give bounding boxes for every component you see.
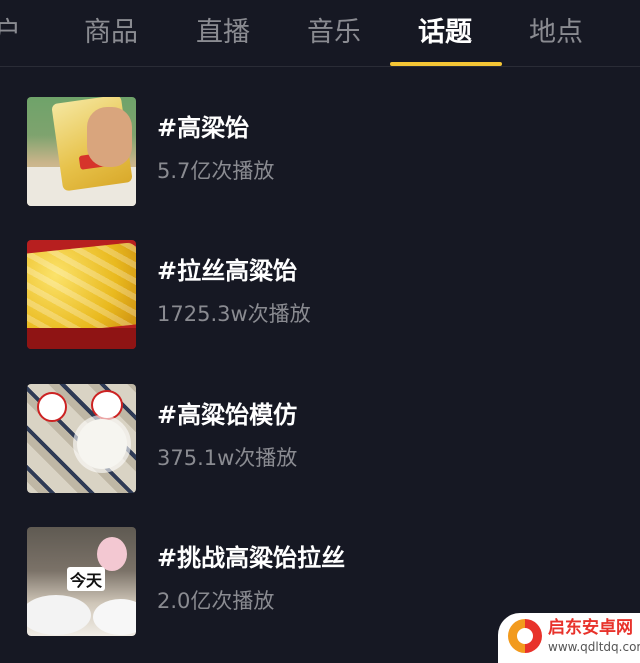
- topic-title: #高粱饴模仿: [157, 401, 298, 429]
- topic-item[interactable]: #拉丝高粱饴 1725.3w次播放: [0, 240, 640, 360]
- topic-play-count: 5.7亿次播放: [157, 159, 275, 183]
- watermark-url: www.qdltdq.com: [548, 640, 640, 654]
- active-tab-indicator: [390, 62, 502, 66]
- topic-thumbnail: [27, 97, 136, 206]
- topic-play-count: 375.1w次播放: [157, 446, 298, 470]
- topic-search-screen: 户 商品 直播 音乐 话题 地点 #高梁饴 5.7亿次播放 #拉丝高粱饴 172…: [0, 0, 640, 663]
- topic-item[interactable]: #高粱饴模仿 375.1w次播放: [0, 384, 640, 504]
- tab-products[interactable]: 商品: [84, 13, 138, 53]
- tab-topics[interactable]: 话题: [418, 13, 472, 53]
- topic-title: #高梁饴: [157, 114, 250, 142]
- site-watermark: 启东安卓网 www.qdltdq.com: [498, 613, 640, 663]
- thumbnail-caption: 今天: [67, 567, 106, 591]
- topic-thumbnail: [27, 384, 136, 493]
- tab-music[interactable]: 音乐: [307, 13, 361, 53]
- topic-play-count: 2.0亿次播放: [157, 589, 275, 613]
- tab-user[interactable]: 户: [0, 13, 21, 53]
- topic-title: #挑战高粱饴拉丝: [157, 544, 346, 572]
- topic-thumbnail: 今天: [27, 527, 136, 636]
- topic-title: #拉丝高粱饴: [157, 257, 298, 285]
- topic-item[interactable]: #高梁饴 5.7亿次播放: [0, 97, 640, 217]
- tab-live[interactable]: 直播: [196, 13, 250, 53]
- tab-places[interactable]: 地点: [529, 13, 583, 53]
- topic-thumbnail: [27, 240, 136, 349]
- qidong-logo-icon: [508, 619, 542, 653]
- topic-play-count: 1725.3w次播放: [157, 302, 311, 326]
- category-tab-bar: 户 商品 直播 音乐 话题 地点: [0, 0, 640, 67]
- watermark-name: 启东安卓网: [548, 618, 633, 638]
